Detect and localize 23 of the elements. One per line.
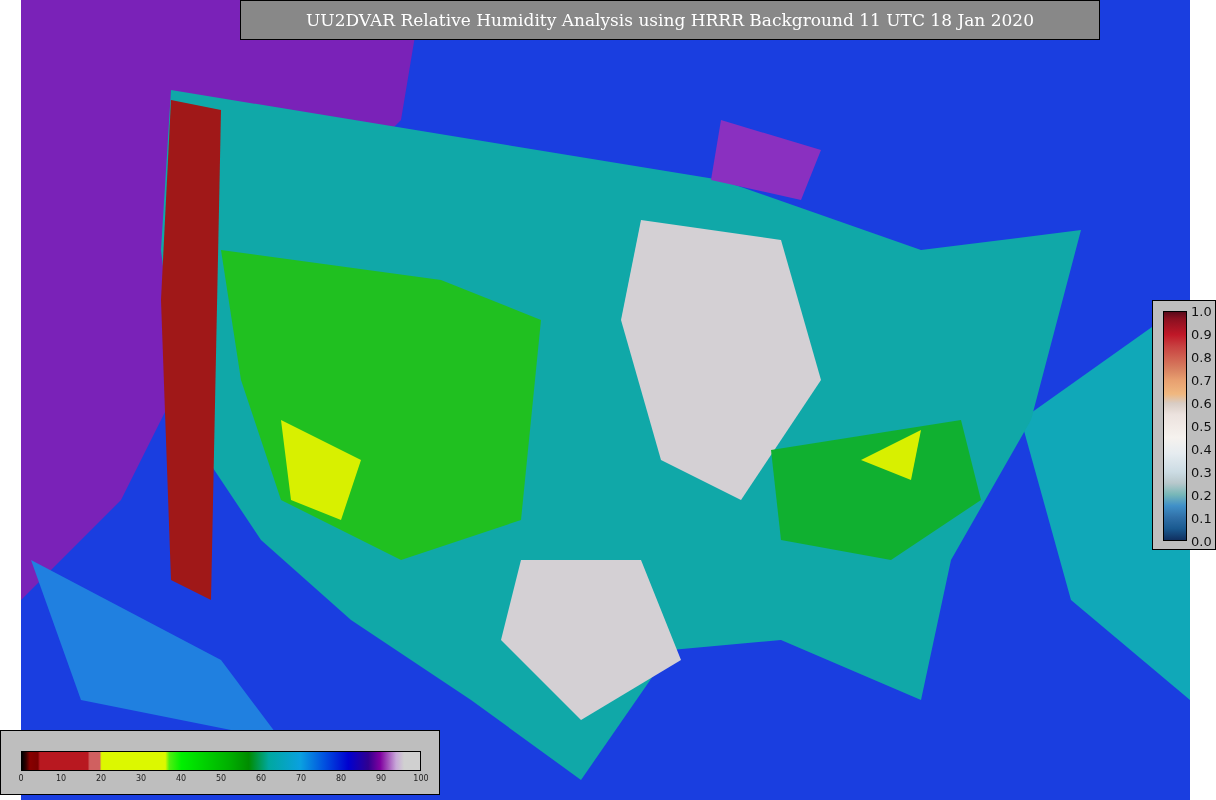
tick-label: 50 — [214, 773, 228, 783]
tick-label: 0.4 — [1191, 440, 1212, 459]
tick-label: 30 — [134, 773, 148, 783]
chart-title: UU2DVAR Relative Humidity Analysis using HRRR Background 11 UTC 18 Jan 2020 — [240, 0, 1100, 40]
tick-label: 40 — [174, 773, 188, 783]
tick-label: 0.6 — [1191, 394, 1212, 413]
tick-label: 80 — [334, 773, 348, 783]
tick-label: 0.8 — [1191, 348, 1212, 367]
tick-label: 0.3 — [1191, 463, 1212, 482]
tick-label: 0.7 — [1191, 371, 1212, 390]
tick-label: 10 — [54, 773, 68, 783]
tick-label: 0.2 — [1191, 486, 1212, 505]
tick-label: 70 — [294, 773, 308, 783]
tick-label: 0.1 — [1191, 509, 1212, 528]
tick-label: 0.0 — [1191, 532, 1212, 551]
tick-label: 90 — [374, 773, 388, 783]
tick-label: 1.0 — [1191, 302, 1212, 321]
tick-label: 0.9 — [1191, 325, 1212, 344]
tick-label: 0.5 — [1191, 417, 1212, 436]
tick-label: 60 — [254, 773, 268, 783]
tick-label: 0 — [17, 773, 25, 783]
tick-label: 20 — [94, 773, 108, 783]
tick-label: 100 — [412, 773, 430, 783]
